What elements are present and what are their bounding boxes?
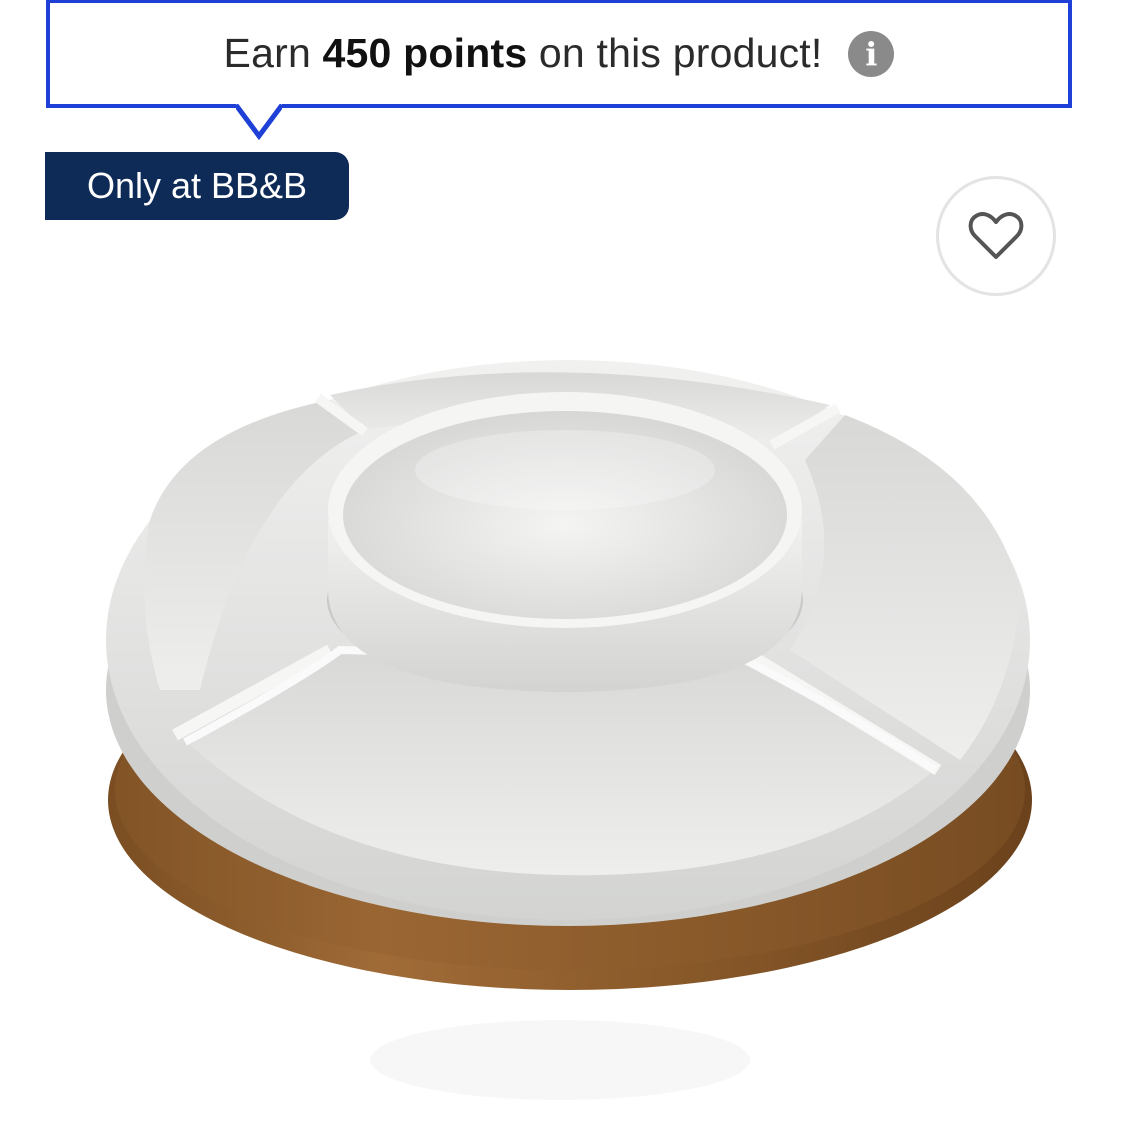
points-amount: 450 points bbox=[322, 30, 528, 76]
info-icon[interactable]: i bbox=[848, 30, 895, 77]
points-prefix-text: Earn bbox=[223, 30, 323, 76]
exclusive-badge: Only at BB&B bbox=[45, 152, 349, 220]
rewards-points-banner: Earn 450 points on this product! i bbox=[46, 0, 1072, 108]
points-suffix-text: on this product! bbox=[527, 30, 823, 76]
add-to-favorites-button[interactable] bbox=[936, 176, 1056, 296]
product-image bbox=[106, 360, 1032, 1100]
heart-outline-icon bbox=[968, 212, 1024, 259]
product-page: Earn 450 points on this product! i Only … bbox=[0, 0, 1125, 1125]
